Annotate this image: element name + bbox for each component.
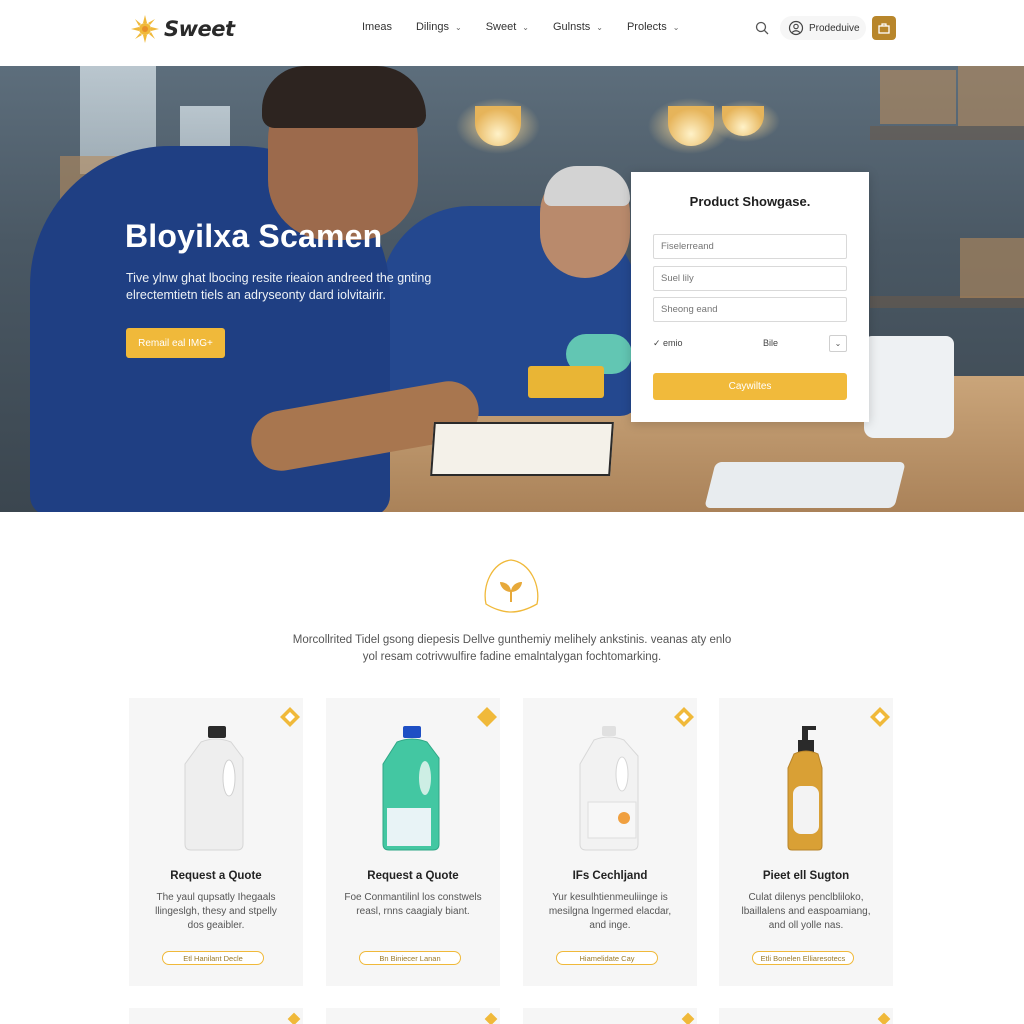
form-select-dropdown[interactable]: ⌄	[829, 335, 847, 352]
product-card[interactable]: Request a Quote The yaul qupsatly Ihegaa…	[129, 698, 303, 986]
product-title: Request a Quote	[367, 870, 459, 882]
form-options-row: ✓ emio Bile ⌄	[653, 333, 847, 353]
form-checkbox[interactable]: ✓ emio	[653, 338, 683, 349]
product-card[interactable]: IFs Cechljand Yur kesulhtienmeuliinge is…	[523, 698, 697, 986]
product-card-peek	[129, 1008, 303, 1024]
product-image	[129, 716, 303, 852]
cart-icon	[878, 23, 890, 34]
hero-section: Bloyilxa Scamen Tive ylnw ghat lbocing r…	[0, 66, 1024, 512]
form-field-2[interactable]	[653, 266, 847, 291]
hero-photo-shelf	[870, 126, 1024, 140]
product-button[interactable]: Bn Biniecer Lanan	[359, 951, 461, 965]
product-description: Culat dilenys penclbliloko, lbaillalens …	[741, 892, 871, 931]
product-description: Yur kesulhtienmeuliinge is mesilgna lnge…	[548, 892, 672, 931]
hero-photo-box	[960, 238, 1024, 298]
intro-text: Morcollrited Tidel gsong diepesis Dellve…	[292, 634, 732, 663]
hero-photo-box	[958, 66, 1024, 126]
product-title: IFs Cechljand	[572, 870, 648, 882]
nav-label: Sweet	[485, 21, 517, 33]
nav-label: Dilings	[415, 21, 449, 33]
corner-diamond-icon	[681, 1012, 695, 1024]
hero-title: Bloyilxa Scamen	[125, 218, 383, 254]
nav-item-sweet[interactable]: Sweet ⌄	[486, 21, 529, 33]
green-jug-icon	[382, 726, 440, 851]
logo[interactable]: Sweet	[130, 14, 235, 44]
product-image	[719, 716, 893, 852]
product-button[interactable]: Hiamelidate Cay	[556, 951, 658, 965]
logo-sun-icon	[131, 15, 159, 43]
search-icon[interactable]	[754, 20, 770, 36]
product-image	[326, 716, 500, 852]
product-title: Request a Quote	[170, 870, 262, 882]
hero-photo-cup	[864, 336, 954, 438]
nav-item-gulnsts[interactable]: Gulnsts ⌄	[553, 21, 603, 33]
leaf-badge-icon	[484, 559, 539, 613]
product-description: The yaul qupsatly Ihegaals llingeslgh, t…	[155, 892, 277, 931]
product-image	[523, 716, 697, 852]
product-card-peek	[719, 1008, 893, 1024]
product-button[interactable]: Etl Hanilant Decle	[162, 951, 264, 965]
product-card[interactable]: Request a Quote Foe Conmantilinl los con…	[326, 698, 500, 986]
logo-text: Sweet	[164, 17, 235, 41]
form-title: Product Showgase.	[689, 194, 811, 209]
form-field-3[interactable]	[653, 297, 847, 322]
nav-label: Gulnsts	[552, 21, 591, 33]
account-label: Prodeduive	[809, 22, 860, 34]
chevron-down-icon: ⌄	[522, 22, 529, 32]
product-showcase-form: Product Showgase. ✓ emio Bile ⌄ Caywilte…	[631, 172, 869, 422]
corner-diamond-icon	[287, 1012, 301, 1024]
product-card-peek	[523, 1008, 697, 1024]
nav-item-prolects[interactable]: Prolects ⌄	[627, 21, 679, 33]
form-submit-button[interactable]: Caywiltes	[653, 373, 847, 400]
hero-cta-button[interactable]: Remail eal IMG+	[126, 328, 225, 358]
product-description: Foe Conmantilinl los constwels reasl, rn…	[344, 892, 482, 917]
site-header: Sweet Imeas Dilings ⌄ Sweet ⌄ Gulnsts ⌄ …	[0, 0, 1024, 66]
chevron-down-icon: ⌄	[672, 22, 680, 32]
cart-button[interactable]	[872, 16, 896, 40]
nav-label: Imeas	[362, 21, 392, 33]
hero-photo-notebook	[430, 422, 614, 476]
product-card-peek	[326, 1008, 500, 1024]
hero-photo-pad	[528, 366, 604, 398]
hero-subtitle: Tive ylnw ghat lbocing resite rieaion an…	[126, 271, 432, 302]
product-button[interactable]: Etli Bonelen Elliaresotecs	[752, 951, 854, 965]
hero-photo-worker-hair	[262, 66, 426, 128]
chevron-down-icon: ⌄	[454, 22, 462, 32]
checkbox-label: emio	[663, 337, 683, 348]
corner-diamond-icon	[484, 1012, 498, 1024]
chevron-down-icon: ⌄	[834, 339, 842, 348]
white-jug-icon	[184, 726, 244, 851]
corner-diamond-icon	[877, 1012, 891, 1024]
amber-pump-bottle-icon	[787, 726, 823, 851]
hero-photo-lamp	[668, 106, 714, 146]
account-button[interactable]: Prodeduive	[780, 16, 866, 40]
nav-item-imeas[interactable]: Imeas	[362, 21, 392, 33]
hero-photo-lamp	[475, 106, 521, 146]
chevron-down-icon: ⌄	[596, 22, 603, 32]
form-field-1[interactable]	[653, 234, 847, 259]
nav-item-dilings[interactable]: Dilings ⌄	[416, 21, 462, 33]
hero-photo-worker-hair	[544, 166, 630, 206]
product-card[interactable]: Pieet ell Sugton Culat dilenys penclblil…	[719, 698, 893, 986]
product-title: Pieet ell Sugton	[762, 870, 850, 882]
main-nav: Imeas Dilings ⌄ Sweet ⌄ Gulnsts ⌄ Prolec…	[362, 21, 703, 33]
hero-photo-lamp	[722, 106, 764, 136]
nav-label: Prolects	[626, 21, 667, 33]
user-icon	[788, 20, 804, 36]
white-tall-jug-icon	[579, 726, 639, 851]
hero-photo-box	[880, 70, 956, 124]
select-label: Bile	[763, 338, 779, 348]
hero-photo-towel	[704, 462, 906, 508]
